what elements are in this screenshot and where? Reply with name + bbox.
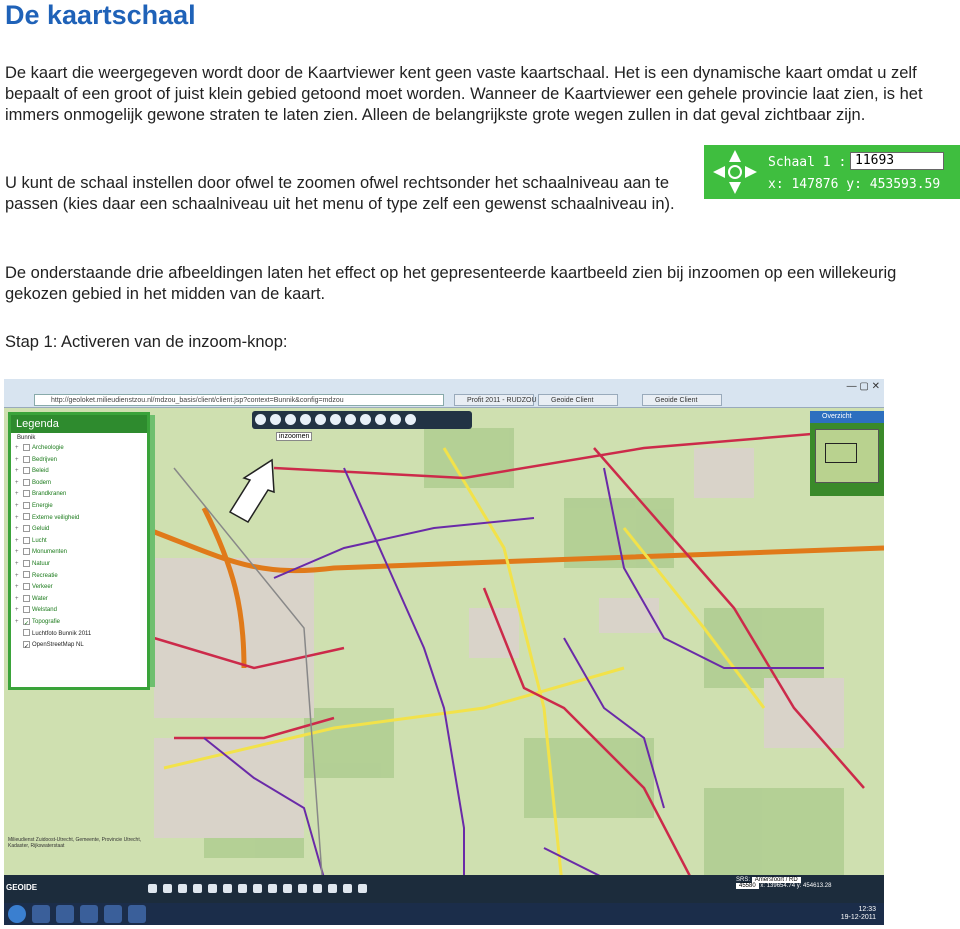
legend-item[interactable]: + Welstand bbox=[15, 605, 147, 617]
info-icon[interactable] bbox=[345, 414, 356, 425]
legend-subtitle: Bunnik bbox=[17, 435, 36, 441]
scale-label: Schaal 1 : bbox=[768, 155, 847, 170]
tool-button[interactable] bbox=[193, 884, 202, 893]
zoom-tooltip: inzoomen bbox=[276, 432, 313, 441]
print-icon[interactable] bbox=[375, 414, 386, 425]
browser-chrome: — ▢ ✕ http://geoloket.milieudienstzou.nl… bbox=[4, 379, 884, 408]
clock-date: 19-12-2011 bbox=[840, 914, 876, 921]
tool-button[interactable] bbox=[208, 884, 217, 893]
tool-button[interactable] bbox=[358, 884, 367, 893]
help-icon[interactable] bbox=[405, 414, 416, 425]
tool-button[interactable] bbox=[313, 884, 322, 893]
tool-button[interactable] bbox=[238, 884, 247, 893]
legend-item[interactable]: + Beleid bbox=[15, 466, 147, 478]
legend-item[interactable]: Luchtfoto Bunnik 2011 bbox=[15, 629, 147, 641]
legend-item[interactable]: + Externe veiligheid bbox=[15, 513, 147, 525]
overview-panel: Overzicht bbox=[810, 411, 884, 496]
legend-header: Legenda bbox=[11, 415, 147, 433]
forward-icon[interactable] bbox=[315, 414, 326, 425]
legend-item[interactable]: + Monumenten bbox=[15, 547, 147, 559]
zoom-out-icon[interactable] bbox=[270, 414, 281, 425]
map-bottom-bar: GEOIDE SRS: Amersfoort / RD 45580 x: 139… bbox=[4, 875, 884, 903]
legend-item[interactable]: + Recreatie bbox=[15, 571, 147, 583]
map-toolbar bbox=[252, 411, 472, 429]
legend-item[interactable]: + Water bbox=[15, 594, 147, 606]
taskbar-clock: 12:33 19-12-2011 bbox=[841, 906, 876, 922]
tool-button[interactable] bbox=[163, 884, 172, 893]
tool-button[interactable] bbox=[223, 884, 232, 893]
images-intro-paragraph: De onderstaande drie afbeeldingen laten … bbox=[5, 264, 897, 303]
coords-small: x: 139654.74 y: 454613.28 bbox=[760, 883, 832, 889]
tool-button[interactable] bbox=[343, 884, 352, 893]
legend-item[interactable]: + Brandkranen bbox=[15, 489, 147, 501]
step-1-heading: Stap 1: Activeren van de inzoom-knop: bbox=[5, 333, 288, 351]
tool-button[interactable] bbox=[148, 884, 157, 893]
legend-scrollbar[interactable] bbox=[150, 415, 155, 687]
word-icon[interactable] bbox=[128, 905, 146, 923]
pan-arrows-icon[interactable] bbox=[710, 147, 760, 197]
scale-small-input[interactable]: 45580 bbox=[736, 883, 759, 889]
legend-title: Legenda bbox=[16, 418, 59, 430]
zoom-in-icon[interactable] bbox=[255, 414, 266, 425]
windows-taskbar: 12:33 19-12-2011 bbox=[4, 903, 884, 925]
tool-button[interactable] bbox=[283, 884, 292, 893]
scale-instructions-paragraph: U kunt de schaal instellen door ofwel te… bbox=[5, 174, 675, 213]
full-extent-icon[interactable] bbox=[330, 414, 341, 425]
measure-icon[interactable] bbox=[360, 414, 371, 425]
legend-item[interactable]: ✓ OpenStreetMap NL bbox=[15, 640, 147, 652]
media-icon[interactable] bbox=[80, 905, 98, 923]
tool-button[interactable] bbox=[298, 884, 307, 893]
tool-button[interactable] bbox=[328, 884, 337, 893]
ie-icon[interactable] bbox=[32, 905, 50, 923]
tool-button[interactable] bbox=[268, 884, 277, 893]
geoide-logo: GEOIDE bbox=[6, 883, 38, 892]
legend-item[interactable]: + Bedrijven bbox=[15, 455, 147, 467]
scale-widget: Schaal 1 : 11693 x: 147876 y: 453593.59 bbox=[704, 145, 960, 199]
legend-item[interactable]: + Energie bbox=[15, 501, 147, 513]
back-icon[interactable] bbox=[300, 414, 311, 425]
search-icon[interactable] bbox=[390, 414, 401, 425]
pan-icon[interactable] bbox=[285, 414, 296, 425]
folder-icon[interactable] bbox=[56, 905, 74, 923]
kaartviewer-screenshot: — ▢ ✕ http://geoloket.milieudienstzou.nl… bbox=[4, 379, 884, 925]
legend-item[interactable]: + Geluid bbox=[15, 524, 147, 536]
coordinates-readout: x: 147876 y: 453593.59 bbox=[768, 177, 941, 192]
address-bar[interactable]: http://geoloket.milieudienstzou.nl/mdzou… bbox=[34, 394, 444, 406]
scale-input[interactable]: 11693 bbox=[850, 152, 944, 170]
copyright-text: Milieudienst Zuidoost-Utrecht, Gemeente,… bbox=[8, 837, 142, 849]
legend-item[interactable]: + ✓ Topografie bbox=[15, 617, 147, 629]
start-icon[interactable] bbox=[8, 905, 26, 923]
browser-tab-geoide-1[interactable]: Geoide Client bbox=[538, 394, 618, 406]
overview-title: Overzicht bbox=[810, 411, 884, 423]
clock-time: 12:33 bbox=[858, 906, 876, 913]
browser-tab-profit[interactable]: Profit 2011 - RUDZOU bbox=[454, 394, 537, 406]
page-title: De kaartschaal bbox=[5, 0, 196, 30]
legend-list: + Archeologie + Bedrijven + Beleid + Bodem +… bbox=[11, 443, 147, 652]
tool-button[interactable] bbox=[253, 884, 262, 893]
overview-extent-box[interactable] bbox=[825, 443, 857, 463]
legend-item[interactable]: + Natuur bbox=[15, 559, 147, 571]
window-buttons[interactable]: — ▢ ✕ bbox=[847, 381, 880, 392]
intro-paragraph: De kaart die weergegeven wordt door de K… bbox=[5, 64, 923, 124]
browser-tab-geoide-2[interactable]: Geoide Client bbox=[642, 394, 722, 406]
legend-item[interactable]: + Bodem bbox=[15, 478, 147, 490]
legend-panel: Legenda Bunnik + Archeologie + Bedrijven +… bbox=[8, 412, 155, 690]
tool-button[interactable] bbox=[178, 884, 187, 893]
legend-item[interactable]: + Lucht bbox=[15, 536, 147, 548]
legend-item[interactable]: + Verkeer bbox=[15, 582, 147, 594]
srs-panel: SRS: Amersfoort / RD 45580 x: 139654.74 … bbox=[736, 877, 876, 901]
legend-item[interactable]: + Archeologie bbox=[15, 443, 147, 455]
outlook-icon[interactable] bbox=[104, 905, 122, 923]
